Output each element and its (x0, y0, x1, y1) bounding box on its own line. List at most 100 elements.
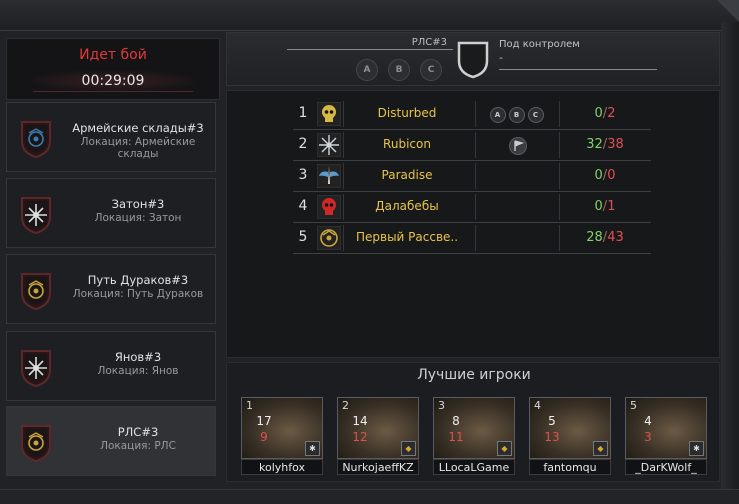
bottom-border (0, 489, 739, 504)
clan-point-icons (483, 197, 553, 217)
column-divider (475, 163, 476, 189)
clan-table: 1 Disturbed A B C 0/2 2 Rubicon 32/38 3 Paradise 0/… (293, 99, 651, 254)
star-badge-icon: ✱ (305, 441, 320, 456)
battle-status: Идет бой 00:29:09 (6, 38, 220, 100)
point-c-icon: C (420, 59, 442, 81)
score-total: 1 (607, 199, 616, 214)
player-name: LLocaLGame (433, 459, 515, 475)
column-divider (343, 132, 344, 158)
score-captured: 32 (586, 137, 603, 152)
location-item[interactable]: Армейские склады#3 Локация: Армейские скл… (6, 102, 216, 172)
clan-row: 1 Disturbed A B C 0/2 (293, 99, 651, 130)
column-divider (475, 225, 476, 251)
clan-row: 2 Rubicon 32/38 (293, 130, 651, 161)
header-location-name: РЛС#3 (411, 37, 447, 48)
score-captured: 0 (594, 168, 603, 183)
player-card[interactable]: 3 8 11 ◆ LLocaLGame (433, 397, 517, 477)
white-star-icon (21, 350, 51, 388)
gold-crest-icon (21, 273, 51, 311)
clan-name: Rubicon (383, 137, 431, 151)
player-card[interactable]: 4 5 13 ◆ fantomqu (529, 397, 613, 477)
player-avatar: 3 8 11 ◆ (433, 397, 515, 459)
location-name: Армейские склады#3 (72, 121, 204, 135)
battle-timer: 00:29:09 (33, 71, 193, 92)
player-card[interactable]: 1 17 9 ✱ kolyhfox (241, 397, 325, 477)
player-name: kolyhfox (241, 459, 323, 475)
column-divider (343, 163, 344, 189)
location-item[interactable]: Затон#3 Локация: Затон (6, 178, 216, 248)
player-name: fantomqu (529, 459, 611, 475)
best-players-title: Лучшие игроки (417, 367, 531, 383)
score-total: 38 (607, 137, 624, 152)
location-item[interactable]: Янов#3 Локация: Янов (6, 331, 216, 401)
clan-point-icons (483, 135, 553, 155)
compass-star-icon (317, 133, 341, 157)
player-avatar: 4 5 13 ◆ (529, 397, 611, 459)
location-item[interactable]: РЛС#3 Локация: РЛС (6, 406, 216, 476)
player-card[interactable]: 2 14 12 ◆ NurkojaeffKZ (337, 397, 421, 477)
point-b-icon: B (508, 106, 525, 123)
clan-score: 0/0 (565, 168, 645, 183)
location-subtitle: Локация: РЛС (100, 440, 176, 452)
score-total: 43 (607, 230, 624, 245)
score-captured: 28 (586, 230, 603, 245)
player-rank: 3 (438, 399, 445, 412)
location-item[interactable]: Путь Дураков#3 Локация: Путь Дураков (6, 254, 216, 324)
player-kills: 14 (352, 414, 368, 428)
best-players-panel: Лучшие игроки 1 17 9 ✱ kolyhfox 2 14 12 ◆ Nurkoja… (226, 362, 720, 482)
gold-badge-icon: ◆ (593, 441, 608, 456)
control-value: - (499, 51, 503, 64)
player-rank: 4 (534, 399, 541, 412)
column-divider (343, 101, 344, 127)
location-name: РЛС#3 (117, 425, 159, 439)
control-label: Под контролем (499, 39, 580, 50)
column-divider (475, 132, 476, 158)
location-name: Янов#3 (114, 350, 162, 364)
player-rank: 1 (246, 399, 253, 412)
clan-rank: 3 (298, 167, 308, 183)
clan-rank: 2 (298, 136, 308, 152)
location-name: Путь Дураков#3 (87, 273, 189, 287)
blue-crest-icon (21, 121, 51, 159)
clan-row: 4 Далабебы 0/1 (293, 192, 651, 223)
clan-name: Disturbed (377, 106, 437, 120)
clan-name: Далабебы (375, 199, 439, 213)
gold-badge-icon: ◆ (401, 441, 416, 456)
player-kills: 17 (256, 414, 272, 428)
clan-point-icons (483, 166, 553, 186)
player-deaths: 12 (352, 430, 368, 444)
window-frame: Идет бой 00:29:09 Армейские склады#3 Лока… (0, 0, 739, 504)
clan-row: 5 Первый Рассве.. 28/43 (293, 223, 651, 254)
column-divider (559, 132, 560, 158)
point-c-icon: C (527, 106, 544, 123)
column-divider (559, 101, 560, 127)
player-card[interactable]: 5 4 3 ✱ _DarKWolf_ (625, 397, 709, 477)
gold-crest-icon (21, 425, 51, 463)
location-subtitle: Локация: Путь Дураков (72, 288, 204, 300)
point-a-icon: A (489, 106, 506, 123)
player-deaths: 11 (448, 430, 464, 444)
empty-shield-icon (457, 41, 489, 79)
clan-score: 0/1 (565, 199, 645, 214)
title-bar (0, 0, 739, 31)
column-divider (559, 194, 560, 220)
clan-row: 3 Paradise 0/0 (293, 161, 651, 192)
clan-point-icons: ABC (483, 104, 553, 124)
clan-rank: 4 (298, 198, 308, 214)
locations-panel: Идет бой 00:29:09 Армейские склады#3 Лока… (6, 38, 220, 486)
column-divider (475, 101, 476, 127)
column-divider (343, 194, 344, 220)
star-badge-icon: ✱ (689, 441, 704, 456)
player-avatar: 5 4 3 ✱ (625, 397, 707, 459)
score-total: 2 (607, 106, 616, 121)
score-captured: 0 (594, 106, 603, 121)
clan-point-icons (483, 228, 553, 248)
header-divider (287, 49, 453, 50)
location-name: Затон#3 (111, 197, 165, 211)
point-a-icon: A (356, 59, 378, 81)
player-deaths: 3 (644, 430, 652, 444)
player-deaths: 9 (260, 430, 268, 444)
control-divider (499, 69, 657, 70)
column-divider (475, 194, 476, 220)
score-captured: 0 (594, 199, 603, 214)
